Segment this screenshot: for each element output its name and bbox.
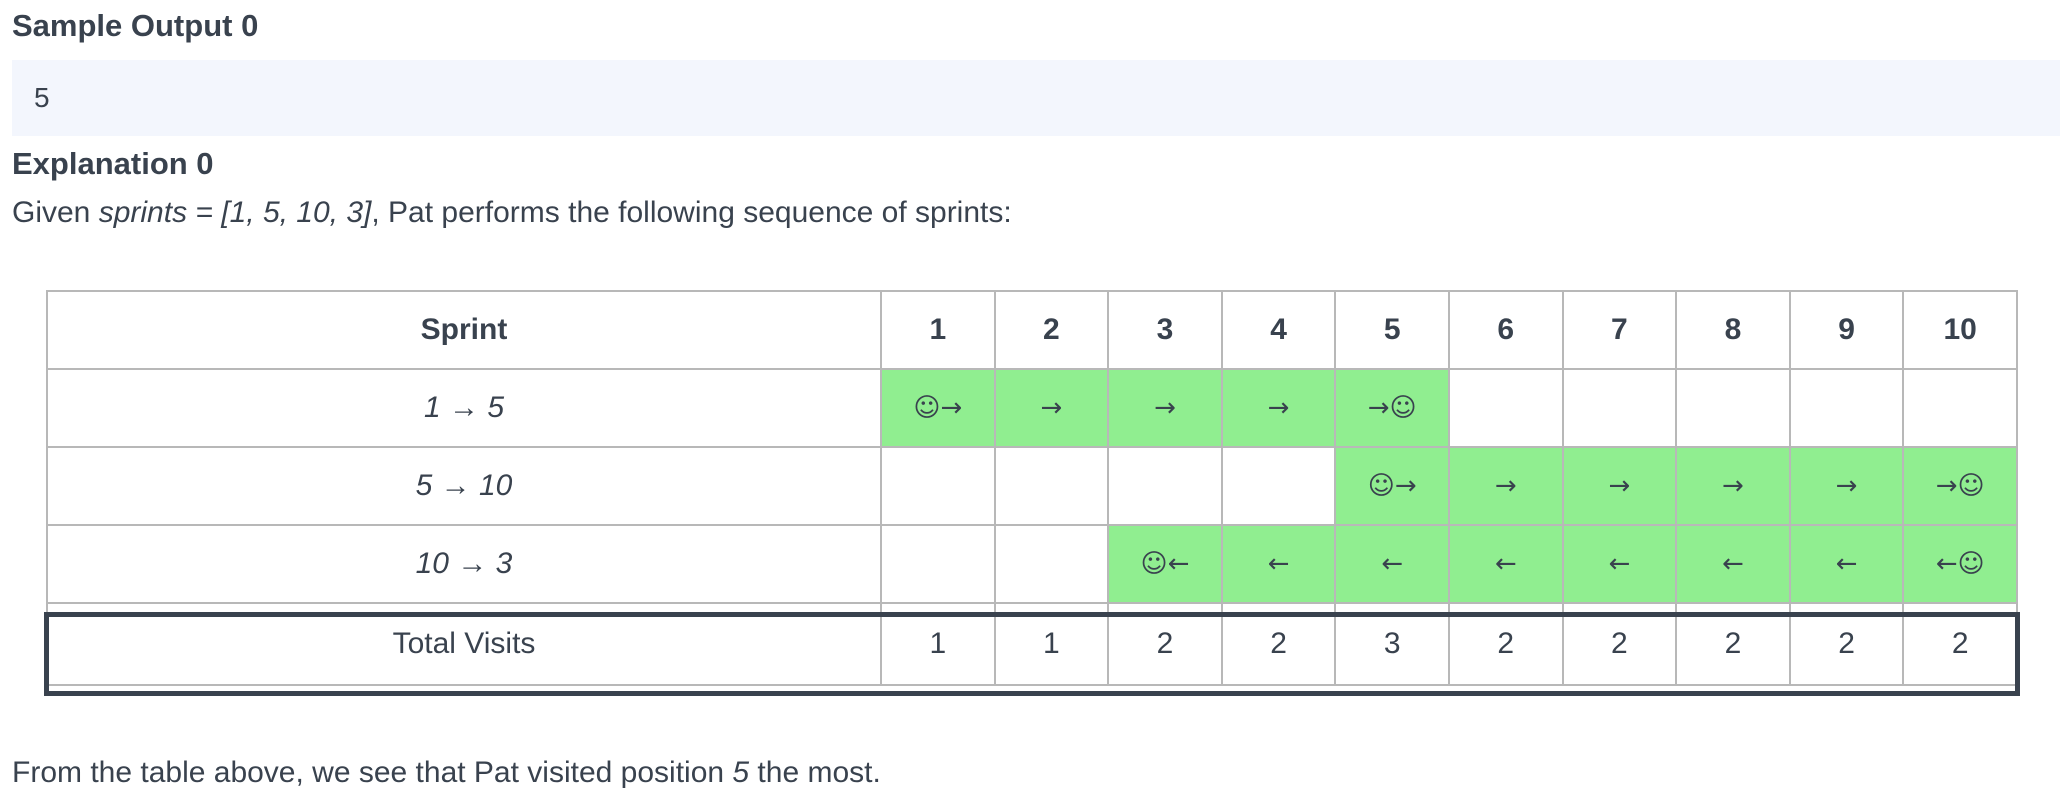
sprint-label: 1 → 5 bbox=[46, 368, 882, 448]
total-visits-cell: 2 bbox=[1220, 602, 1337, 686]
conclusion-suffix: the most. bbox=[749, 756, 881, 789]
sprint-cell bbox=[1107, 446, 1223, 526]
total-visits-cell: 1 bbox=[880, 602, 996, 686]
sprint-label: 5 → 10 bbox=[46, 446, 882, 526]
total-visits-label: Total Visits bbox=[46, 602, 882, 686]
sprint-cell: →☺ bbox=[1334, 368, 1450, 448]
total-visits-cell: 2 bbox=[1902, 602, 2018, 686]
sprint-cell: ← bbox=[1561, 524, 1678, 604]
explanation-title: Explanation 0 bbox=[12, 146, 214, 181]
column-header-2: 2 bbox=[993, 290, 1110, 370]
sprint-cell bbox=[1561, 368, 1678, 448]
total-visits-cell: 3 bbox=[1334, 602, 1450, 686]
column-header-8: 8 bbox=[1675, 290, 1791, 370]
sprint-row: 5 → 10 ☺→ → → → → →☺ bbox=[46, 446, 2018, 526]
column-header-3: 3 bbox=[1107, 290, 1223, 370]
given-suffix: , Pat performs the following sequence of… bbox=[371, 196, 1012, 229]
conclusion-sentence: From the table above, we see that Pat vi… bbox=[12, 756, 881, 790]
sprint-row: 1 → 5 ☺→ → → → →☺ bbox=[46, 368, 2018, 448]
total-visits-cell: 2 bbox=[1788, 602, 1905, 686]
sprint-cell: → bbox=[1561, 446, 1678, 526]
total-visits-cell: 2 bbox=[1107, 602, 1223, 686]
sprint-cell: ← bbox=[1220, 524, 1337, 604]
sprint-cell: ← bbox=[1675, 524, 1791, 604]
column-header-1: 1 bbox=[880, 290, 996, 370]
sprint-label: 10 → 3 bbox=[46, 524, 882, 604]
conclusion-value: 5 bbox=[732, 756, 750, 789]
conclusion-prefix: From the table above, we see that Pat vi… bbox=[12, 756, 733, 789]
sample-output-box: 5 bbox=[12, 60, 2060, 136]
sprint-cell: ← bbox=[1334, 524, 1450, 604]
sprint-cell: ← bbox=[1788, 524, 1905, 604]
column-header-5: 5 bbox=[1334, 290, 1450, 370]
sprint-cell: →☺ bbox=[1902, 446, 2018, 526]
sprint-cell bbox=[1675, 368, 1791, 448]
sample-output-title: Sample Output 0 bbox=[12, 8, 259, 43]
sprint-cell: ☺→ bbox=[880, 368, 996, 448]
sample-output-value: 5 bbox=[34, 82, 50, 113]
sprint-cell bbox=[880, 446, 996, 526]
sprint-header: Sprint bbox=[46, 290, 882, 370]
given-prefix: Given bbox=[12, 196, 99, 229]
column-header-4: 4 bbox=[1220, 290, 1337, 370]
sprint-cell bbox=[880, 524, 996, 604]
sprint-cell: → bbox=[1447, 446, 1564, 526]
column-header-9: 9 bbox=[1788, 290, 1905, 370]
sprint-cell bbox=[1220, 446, 1337, 526]
problem-page: Sample Output 0 5 Explanation 0 Given sp… bbox=[0, 0, 2066, 800]
sprint-cell bbox=[993, 446, 1110, 526]
sprint-cell: ←☺ bbox=[1902, 524, 2018, 604]
column-header-7: 7 bbox=[1561, 290, 1678, 370]
total-visits-row: Total Visits 1 1 2 2 3 2 2 2 2 2 bbox=[46, 602, 2018, 686]
total-visits-cell: 2 bbox=[1675, 602, 1791, 686]
sprint-row: 10 → 3 ☺← ← ← ← ← ← ← ←☺ bbox=[46, 524, 2018, 604]
sprint-cell bbox=[1447, 368, 1564, 448]
sprint-cell: → bbox=[993, 368, 1110, 448]
sprint-cell bbox=[1788, 368, 1905, 448]
given-sentence: Given sprints = [1, 5, 10, 3], Pat perfo… bbox=[12, 196, 1012, 230]
sprint-cell bbox=[993, 524, 1110, 604]
sprint-cell: ☺← bbox=[1107, 524, 1223, 604]
total-visits-cell: 2 bbox=[1561, 602, 1678, 686]
given-variable: sprints = [1, 5, 10, 3] bbox=[98, 196, 372, 229]
sprint-cell: → bbox=[1788, 446, 1905, 526]
sprint-table: Sprint 1 2 3 4 5 6 7 8 9 10 1 → 5 ☺→ → → → →☺ 5 → 10 ☺→ →… bbox=[46, 290, 2018, 686]
sprint-cell: → bbox=[1107, 368, 1223, 448]
sprint-cell: → bbox=[1675, 446, 1791, 526]
total-visits-cell: 1 bbox=[993, 602, 1110, 686]
column-header-6: 6 bbox=[1447, 290, 1564, 370]
sprint-cell: ☺→ bbox=[1334, 446, 1450, 526]
column-header-10: 10 bbox=[1902, 290, 2018, 370]
sprint-cell: ← bbox=[1447, 524, 1564, 604]
total-visits-cell: 2 bbox=[1447, 602, 1564, 686]
sprint-cell: → bbox=[1220, 368, 1337, 448]
table-header-row: Sprint 1 2 3 4 5 6 7 8 9 10 bbox=[46, 290, 2018, 370]
sprint-cell bbox=[1902, 368, 2018, 448]
